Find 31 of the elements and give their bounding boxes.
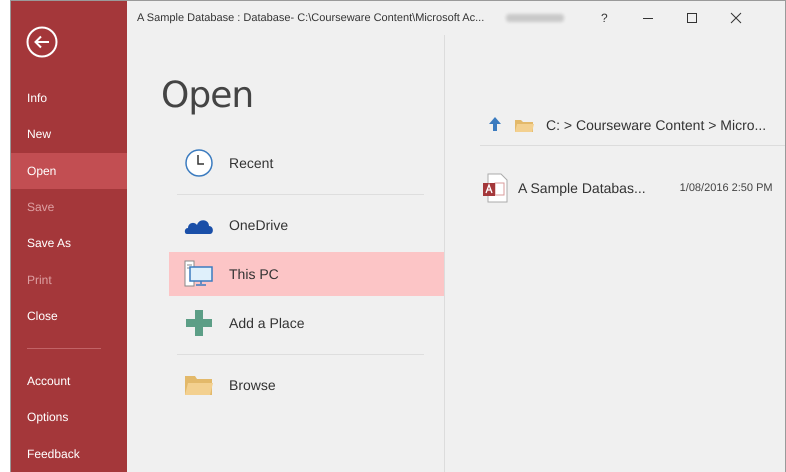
- sidebar-item[interactable]: Info: [11, 80, 127, 116]
- sidebar-item[interactable]: Options: [11, 399, 127, 436]
- place-item[interactable]: Browse: [169, 363, 444, 407]
- folder-icon: [184, 373, 214, 397]
- sidebar-item[interactable]: Account: [11, 363, 127, 400]
- folder-path[interactable]: C: > Courseware Content > Micro...: [546, 117, 766, 133]
- clock-icon: [184, 148, 214, 178]
- page-heading: Open: [161, 75, 254, 116]
- close-icon: [730, 12, 742, 24]
- blurred-user-name: [506, 14, 564, 22]
- plus-icon: [185, 309, 213, 337]
- window-title: A Sample Database : Database- C:\Courseware Content\Microsoft Ac...: [137, 12, 484, 24]
- sidebar-item[interactable]: New: [11, 116, 127, 153]
- sidebar-item[interactable]: Feedback: [11, 436, 127, 472]
- place-item[interactable]: This PC: [169, 252, 444, 296]
- help-button[interactable]: ?: [582, 3, 626, 33]
- back-button[interactable]: [26, 26, 58, 58]
- file-item[interactable]: A Sample Databas... 1/08/2016 2:50 PM: [480, 170, 785, 206]
- file-date: 1/08/2016 2:50 PM: [680, 182, 773, 194]
- sidebar-item[interactable]: Close: [11, 298, 127, 334]
- file-name: A Sample Databas...: [518, 180, 646, 196]
- database-file-icon: [482, 173, 508, 203]
- computer-icon: [184, 260, 214, 288]
- maximize-icon: [686, 12, 698, 24]
- folder-icon: [514, 118, 534, 132]
- sidebar-item[interactable]: Save As: [11, 225, 127, 262]
- place-item[interactable]: Recent: [169, 141, 444, 185]
- place-item[interactable]: OneDrive: [169, 203, 444, 247]
- place-item[interactable]: Add a Place: [169, 301, 444, 345]
- sidebar-item[interactable]: Open: [11, 152, 127, 189]
- up-arrow-icon: [488, 116, 502, 132]
